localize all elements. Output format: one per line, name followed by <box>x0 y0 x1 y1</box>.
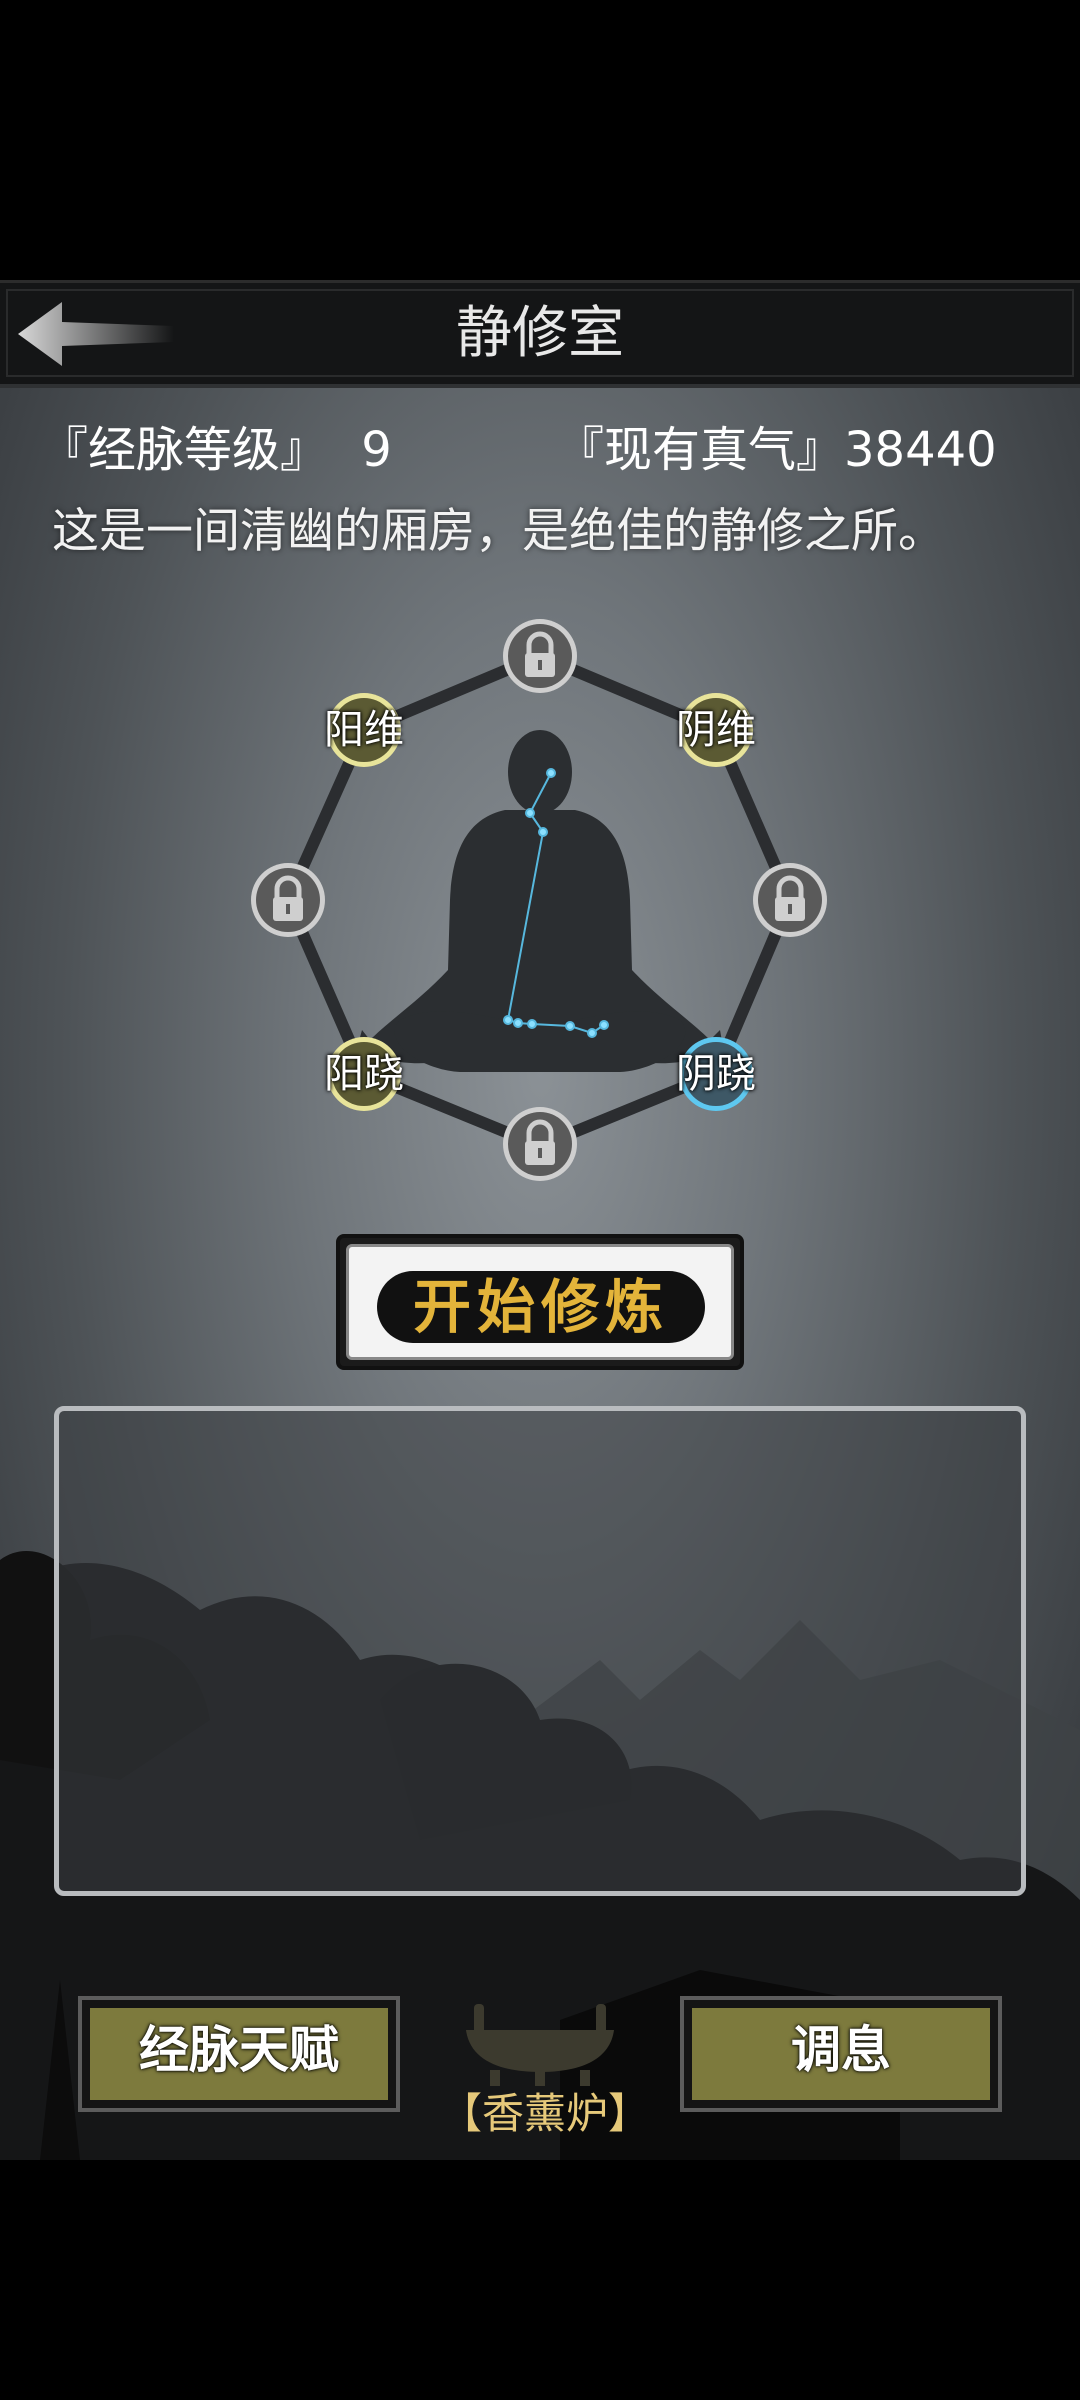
meridian-level: 『经脉等级』 9 <box>40 418 392 482</box>
start-training-button[interactable]: 开始修炼 <box>336 1234 744 1370</box>
qi-amount: 『现有真气』38440 <box>556 418 997 482</box>
page-title: 静修室 <box>456 301 624 366</box>
breathing-label: 调息 <box>791 2021 891 2079</box>
locked-node-bottom[interactable] <box>500 1104 580 1184</box>
lock-icon <box>503 619 577 693</box>
node-yinqiao[interactable]: 阴跷 <box>676 1034 756 1114</box>
breathing-button[interactable]: 调息 <box>680 1996 1002 2112</box>
node-label: 阳维 <box>324 707 404 753</box>
incense-burner[interactable] <box>460 2000 620 2090</box>
node-yangqiao[interactable]: 阳跷 <box>324 1034 404 1114</box>
meditation-figure <box>356 730 724 1072</box>
room-description: 这是一间清幽的厢房，是绝佳的静修之所。 <box>52 504 945 559</box>
training-log-panel[interactable] <box>54 1406 1026 1896</box>
qi-label: 『现有真气』 <box>556 422 845 478</box>
incense-burner-icon <box>466 2004 614 2086</box>
lock-icon <box>503 1107 577 1181</box>
meridian-talent-label: 经脉天赋 <box>139 2021 339 2079</box>
node-label: 阳跷 <box>324 1051 404 1097</box>
locked-node-right[interactable] <box>750 860 830 940</box>
locked-node-left[interactable] <box>248 860 328 940</box>
node-yangwei[interactable]: 阳维 <box>324 690 404 770</box>
meridian-level-value: 9 <box>361 422 392 478</box>
start-button-label: 开始修炼 <box>377 1271 705 1343</box>
node-label: 阴维 <box>676 707 756 753</box>
qi-value: 38440 <box>844 422 997 478</box>
node-yinwei[interactable]: 阴维 <box>676 690 756 770</box>
locked-node-top[interactable] <box>500 616 580 696</box>
meridian-talent-button[interactable]: 经脉天赋 <box>78 1996 400 2112</box>
lock-icon <box>753 863 827 937</box>
meridian-diagram: 阳维 阴维 阳跷 阴跷 <box>0 600 1080 1200</box>
lock-icon <box>251 863 325 937</box>
meridian-level-label: 『经脉等级』 <box>40 422 329 478</box>
node-label: 阴跷 <box>676 1051 756 1097</box>
incense-burner-label[interactable]: 【香薰炉】 <box>440 2086 650 2142</box>
start-button-face: 开始修炼 <box>346 1244 734 1360</box>
